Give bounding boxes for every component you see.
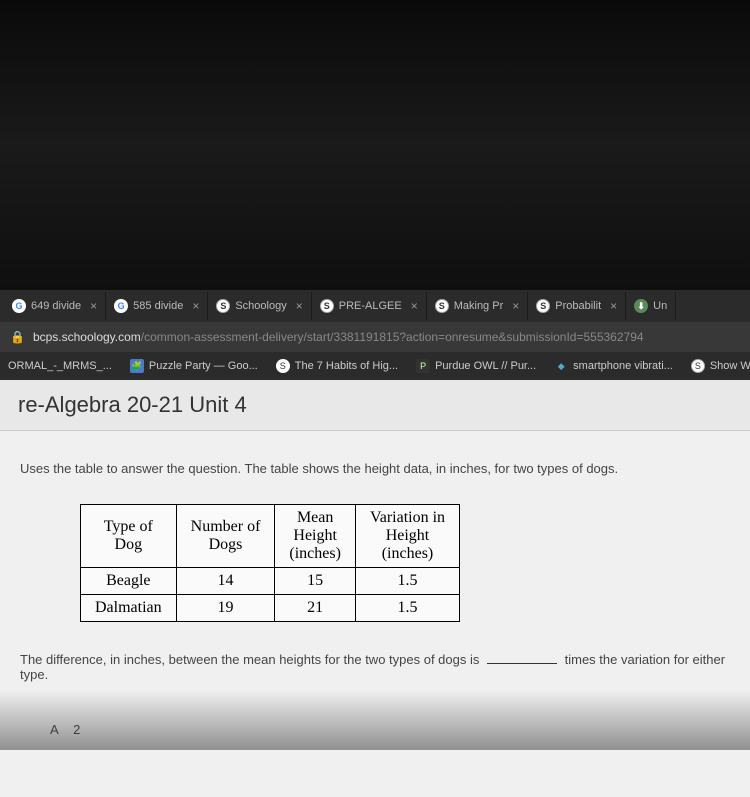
bookmark-label: Purdue OWL // Pur... bbox=[435, 360, 536, 372]
tab-label: Probabilit bbox=[555, 300, 601, 312]
col-number: Number ofDogs bbox=[176, 505, 275, 568]
google-icon: G bbox=[12, 299, 26, 313]
dog-height-table: Type ofDog Number ofDogs MeanHeight(inch… bbox=[80, 504, 460, 622]
bookmark-smartphone[interactable]: ◆ smartphone vibrati... bbox=[554, 359, 673, 373]
tab-prealgebra[interactable]: S PRE-ALGEE × bbox=[312, 292, 427, 320]
page-header: re-Algebra 20-21 Unit 4 bbox=[0, 380, 750, 431]
schoology-icon: S bbox=[320, 299, 334, 313]
close-icon[interactable]: × bbox=[411, 299, 418, 313]
cell-type: Beagle bbox=[81, 568, 177, 595]
tab-label: Schoology bbox=[235, 300, 286, 312]
google-icon: G bbox=[114, 299, 128, 313]
tab-649-divide[interactable]: G 649 divide × bbox=[4, 292, 106, 320]
lock-icon: 🔒 bbox=[10, 330, 25, 344]
page-title: re-Algebra 20-21 Unit 4 bbox=[18, 392, 732, 418]
window-background-top bbox=[0, 0, 750, 290]
bookmark-habits[interactable]: S The 7 Habits of Hig... bbox=[276, 359, 398, 373]
table-row: Dalmatian 19 21 1.5 bbox=[81, 595, 460, 622]
bookmark-ormal[interactable]: ORMAL_-_MRMS_... bbox=[8, 360, 112, 372]
site-icon: S bbox=[276, 359, 290, 373]
site-icon: ⬇ bbox=[634, 299, 648, 313]
table-row: Beagle 14 15 1.5 bbox=[81, 568, 460, 595]
bookmarks-bar: ORMAL_-_MRMS_... 🧩 Puzzle Party — Goo...… bbox=[0, 352, 750, 380]
tab-label: Un bbox=[653, 300, 667, 312]
table-header-row: Type ofDog Number ofDogs MeanHeight(inch… bbox=[81, 505, 460, 568]
bookmark-label: The 7 Habits of Hig... bbox=[295, 360, 398, 372]
cell-number: 14 bbox=[176, 568, 275, 595]
schoology-icon: S bbox=[691, 359, 705, 373]
cell-variation: 1.5 bbox=[355, 568, 459, 595]
schoology-icon: S bbox=[435, 299, 449, 313]
question-content: Uses the table to answer the question. T… bbox=[0, 431, 750, 797]
col-mean: MeanHeight(inches) bbox=[275, 505, 356, 568]
tab-probability[interactable]: S Probabilit × bbox=[528, 292, 626, 320]
puzzle-icon: 🧩 bbox=[130, 359, 144, 373]
close-icon[interactable]: × bbox=[90, 299, 97, 313]
bookmark-purdue[interactable]: P Purdue OWL // Pur... bbox=[416, 359, 536, 373]
address-bar[interactable]: 🔒 bcps.schoology.com/common-assessment-d… bbox=[0, 322, 750, 352]
tab-label: 649 divide bbox=[31, 300, 81, 312]
owl-icon: P bbox=[416, 359, 430, 373]
bookmark-puzzle[interactable]: 🧩 Puzzle Party — Goo... bbox=[130, 359, 258, 373]
tab-585-divide[interactable]: G 585 divide × bbox=[106, 292, 208, 320]
close-icon[interactable]: × bbox=[296, 299, 303, 313]
cell-variation: 1.5 bbox=[355, 595, 459, 622]
bookmark-label: smartphone vibrati... bbox=[573, 360, 673, 372]
browser-tabs-bar: G 649 divide × G 585 divide × S Schoolog… bbox=[0, 290, 750, 322]
answer-blank[interactable] bbox=[487, 663, 557, 664]
tab-label: 585 divide bbox=[133, 300, 183, 312]
cell-type: Dalmatian bbox=[81, 595, 177, 622]
close-icon[interactable]: × bbox=[610, 299, 617, 313]
cell-mean: 15 bbox=[275, 568, 356, 595]
tab-making[interactable]: S Making Pr × bbox=[427, 292, 529, 320]
col-type: Type ofDog bbox=[81, 505, 177, 568]
bookmark-show[interactable]: S Show Wha bbox=[691, 359, 750, 373]
fill-blank-question: The difference, in inches, between the m… bbox=[20, 652, 730, 682]
tab-label: PRE-ALGEE bbox=[339, 300, 402, 312]
question-prompt: Uses the table to answer the question. T… bbox=[20, 461, 730, 476]
cell-mean: 21 bbox=[275, 595, 356, 622]
schoology-icon: S bbox=[536, 299, 550, 313]
tab-un[interactable]: ⬇ Un bbox=[626, 292, 676, 320]
bookmark-label: ORMAL_-_MRMS_... bbox=[8, 360, 112, 372]
tab-label: Making Pr bbox=[454, 300, 504, 312]
answer-option-a[interactable]: A 2 bbox=[50, 722, 730, 737]
close-icon[interactable]: × bbox=[192, 299, 199, 313]
col-variation: Variation inHeight(inches) bbox=[355, 505, 459, 568]
diamond-icon: ◆ bbox=[554, 359, 568, 373]
close-icon[interactable]: × bbox=[512, 299, 519, 313]
bookmark-label: Show Wha bbox=[710, 360, 750, 372]
schoology-icon: S bbox=[216, 299, 230, 313]
tab-schoology[interactable]: S Schoology × bbox=[208, 292, 311, 320]
cell-number: 19 bbox=[176, 595, 275, 622]
url-text: bcps.schoology.com/common-assessment-del… bbox=[33, 330, 644, 344]
bookmark-label: Puzzle Party — Goo... bbox=[149, 360, 258, 372]
